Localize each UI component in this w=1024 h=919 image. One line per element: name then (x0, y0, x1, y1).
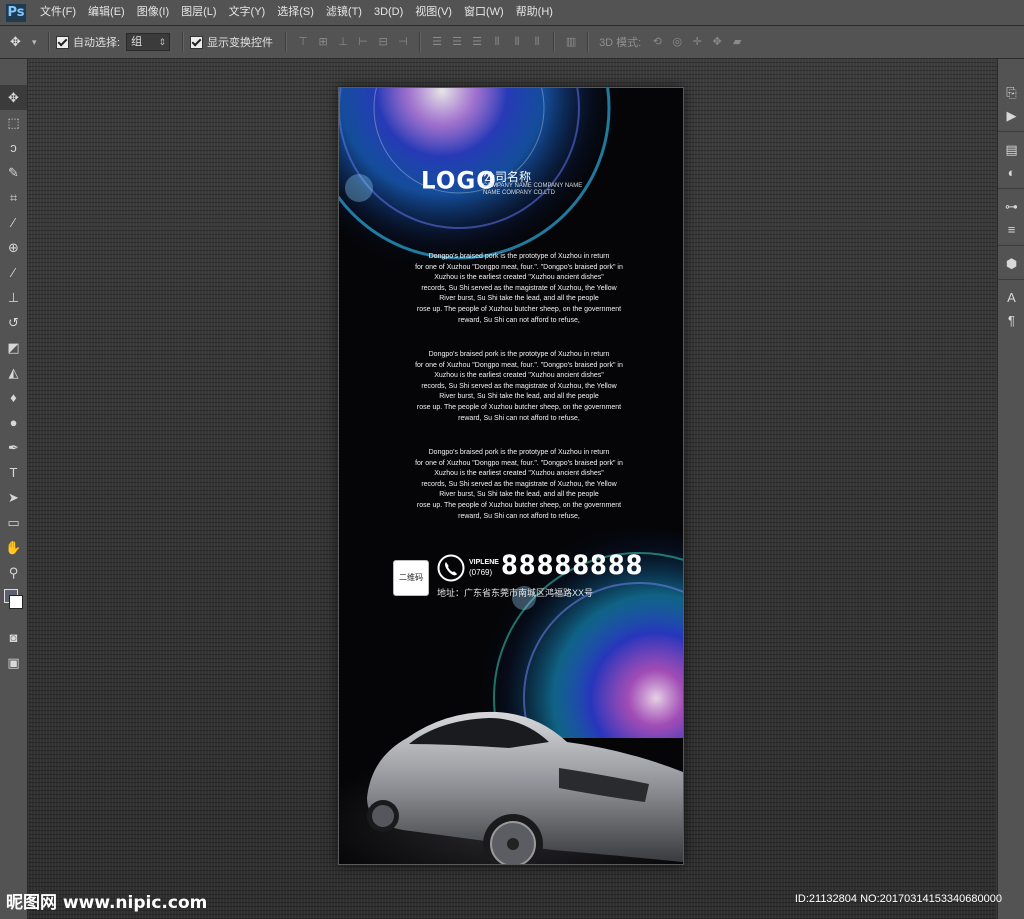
swatches-panel-icon[interactable]: ⊶ (998, 195, 1024, 218)
menu-3d[interactable]: 3D(D) (368, 0, 409, 25)
menu-help[interactable]: 帮助(H) (510, 0, 559, 25)
healing-brush-icon[interactable]: ⊕ (0, 235, 27, 260)
menu-window[interactable]: 窗口(W) (458, 0, 510, 25)
eyedropper-tool-icon[interactable]: ⁄ (0, 210, 27, 235)
move-tool-icon[interactable]: ✥ (0, 85, 27, 110)
distribute-vcenter-icon[interactable]: ☰ (450, 35, 464, 49)
divider (182, 32, 185, 52)
company-name-en-line2: NAME COMPANY CO.LTD (483, 190, 556, 196)
divider (587, 32, 590, 52)
align-hcenter-icon[interactable]: ⊟ (376, 35, 390, 49)
divider (48, 32, 50, 52)
hand-tool-icon[interactable]: ✋ (0, 535, 27, 560)
menu-bar: Ps 文件(F) 编辑(E) 图像(I) 图层(L) 文字(Y) 选择(S) 滤… (0, 0, 1024, 26)
distribute-left-icon[interactable]: ⦀ (490, 35, 504, 49)
quick-select-tool-icon[interactable]: ✎ (0, 160, 27, 185)
phone-number: 88888888 (501, 550, 644, 581)
chevron-down-icon[interactable]: ▾ (32, 37, 42, 48)
image-id-watermark: ID:21132804 NO:20170314153340680000 (794, 893, 1002, 905)
auto-align-icon[interactable]: ▥ (564, 35, 578, 49)
layer-comps-icon[interactable]: ▤ (998, 138, 1024, 161)
photoshop-logo-icon[interactable]: Ps (6, 3, 26, 22)
address-text: 地址：广东省东莞市南城区鸿福路XX号 (437, 588, 594, 598)
paint-bucket-icon[interactable]: ◭ (0, 360, 27, 385)
panel-dock: ⎘ ▶ ▤ ◐ ⊶ ≡ ⬢ A ¶ (997, 59, 1024, 919)
history-panel-icon[interactable]: ⎘ (998, 81, 1024, 104)
3d-rotate-icon[interactable]: ⟲ (650, 35, 664, 49)
distribute-top-icon[interactable]: ☰ (430, 35, 444, 49)
menu-select[interactable]: 选择(S) (271, 0, 320, 25)
paragraph-panel-icon[interactable]: ¶ (998, 309, 1024, 332)
paragraph-block-3: Dongpo's braised pork is the prototype o… (415, 449, 623, 520)
dodge-tool-icon[interactable]: ● (0, 410, 27, 435)
auto-select-label: 自动选择: (73, 37, 121, 49)
3d-roll-icon[interactable]: ◎ (670, 35, 684, 49)
move-tool-preset-icon[interactable]: ✥ (10, 33, 32, 51)
qr-code-placeholder: 二维码 (393, 560, 429, 596)
align-left-icon[interactable]: ⊢ (356, 35, 370, 49)
distribute-hcenter-icon[interactable]: ⦀ (510, 35, 524, 49)
adjustments-panel-icon[interactable]: ≡ (998, 218, 1024, 241)
align-vcenter-icon[interactable]: ⊞ (316, 35, 330, 49)
menu-filter[interactable]: 滤镜(T) (320, 0, 368, 25)
brush-tool-icon[interactable]: ∕ (0, 260, 27, 285)
paragraph-block-1: Dongpo's braised pork is the prototype o… (415, 253, 623, 324)
crop-tool-icon[interactable]: ⌗ (0, 185, 27, 210)
paragraph-block-2: Dongpo's braised pork is the prototype o… (415, 351, 623, 422)
3d-slide-icon[interactable]: ✥ (710, 35, 724, 49)
vip-label: VIPLENE (469, 559, 499, 566)
align-bottom-icon[interactable]: ⊥ (336, 35, 350, 49)
distribute-right-icon[interactable]: ⦀ (530, 35, 544, 49)
align-right-icon[interactable]: ⊣ (396, 35, 410, 49)
area-code: (0769) (469, 568, 493, 577)
3d-mode-label: 3D 模式: (599, 37, 642, 49)
path-select-icon[interactable]: ➤ (0, 485, 27, 510)
character-panel-icon[interactable]: A (998, 286, 1024, 309)
marquee-tool-icon[interactable]: ⬚ (0, 110, 27, 135)
divider (553, 32, 556, 52)
rectangle-tool-icon[interactable]: ▭ (0, 510, 27, 535)
menu-view[interactable]: 视图(V) (409, 0, 458, 25)
zoom-tool-icon[interactable]: ⚲ (0, 560, 27, 585)
blur-tool-icon[interactable]: ♦ (0, 385, 27, 410)
screen-mode-icon[interactable]: ▣ (0, 650, 27, 675)
lasso-tool-icon[interactable]: ↄ (0, 135, 27, 160)
nipic-watermark: 昵图网 www.nipic.com (6, 893, 208, 913)
menu-layer[interactable]: 图层(L) (175, 0, 222, 25)
quick-mask-icon[interactable]: ◙ (0, 625, 27, 650)
actions-panel-icon[interactable]: ▶ (998, 104, 1024, 127)
menu-edit[interactable]: 编辑(E) (82, 0, 131, 25)
sports-car-image (339, 711, 683, 864)
show-transform-checkbox[interactable] (190, 35, 204, 49)
menu-type[interactable]: 文字(Y) (223, 0, 272, 25)
auto-select-dropdown[interactable]: 组 (126, 33, 171, 51)
3d-pan-icon[interactable]: ✛ (690, 35, 704, 49)
distribute-bottom-icon[interactable]: ☰ (470, 35, 484, 49)
type-tool-icon[interactable]: T (0, 460, 27, 485)
company-name-en-line1: COMPANY NAME COMPANY NAME (483, 183, 583, 189)
options-bar: ✥ ▾ 自动选择: 组 显示变换控件 ⊤ ⊞ ⊥ ⊢ ⊟ ⊣ ☰ ☰ ☰ ⦀ ⦀… (0, 26, 1024, 59)
phone-icon (437, 554, 465, 582)
menu-image[interactable]: 图像(I) (131, 0, 175, 25)
eraser-tool-icon[interactable]: ◩ (0, 335, 27, 360)
show-transform-label: 显示变换控件 (207, 37, 274, 49)
divider (419, 32, 422, 52)
info-panel-icon[interactable]: ◐ (998, 161, 1024, 184)
divider (285, 32, 288, 52)
pen-tool-icon[interactable]: ✒ (0, 435, 27, 460)
menu-file[interactable]: 文件(F) (34, 0, 82, 25)
clone-stamp-icon[interactable]: ⊥ (0, 285, 27, 310)
poster-document[interactable]: LOGO 公司名称 COMPANY NAME COMPANY NAME NAME… (338, 87, 684, 865)
canvas-workspace[interactable]: LOGO 公司名称 COMPANY NAME COMPANY NAME NAME… (28, 59, 996, 919)
history-brush-icon[interactable]: ↺ (0, 310, 27, 335)
align-top-icon[interactable]: ⊤ (296, 35, 310, 49)
auto-select-checkbox[interactable] (56, 35, 69, 49)
tools-panel: ✥ ⬚ ↄ ✎ ⌗ ⁄ ⊕ ∕ ⊥ ↺ ◩ ◭ ♦ ● ✒ T ➤ ▭ ✋ ⚲ … (0, 59, 28, 919)
color-swatches-icon[interactable] (0, 585, 27, 625)
3d-panel-icon[interactable]: ⬢ (998, 252, 1024, 275)
3d-scale-icon[interactable]: ▰ (730, 35, 744, 49)
